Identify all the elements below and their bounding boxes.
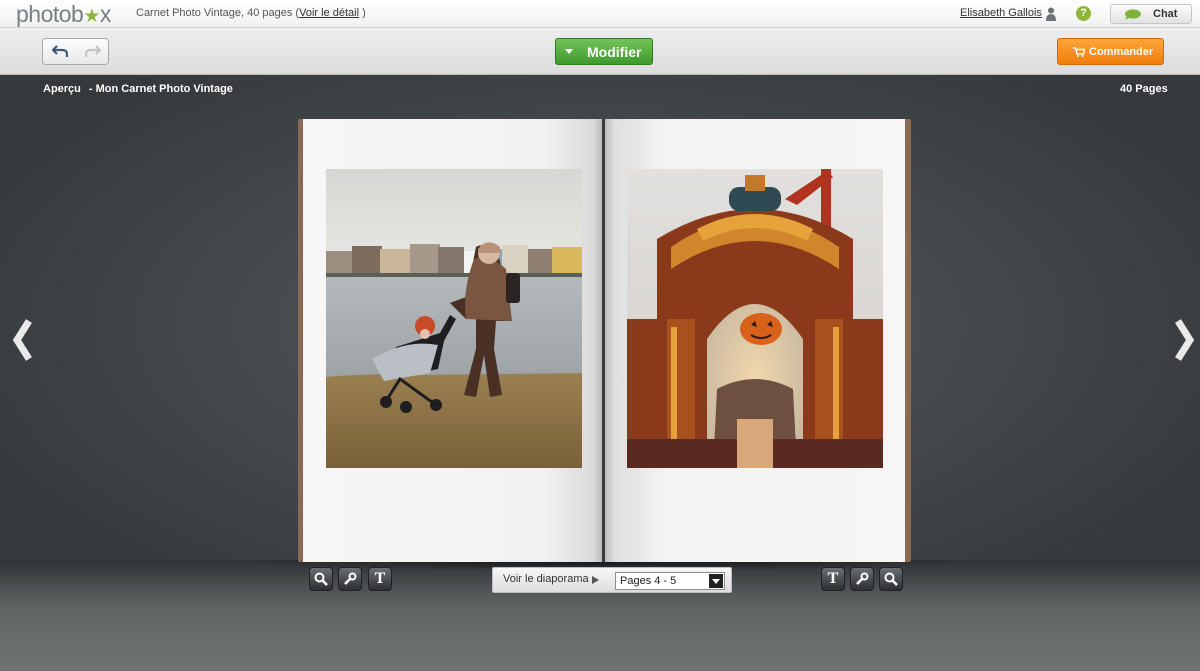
next-page-button[interactable] xyxy=(1170,315,1198,365)
modifier-label: Modifier xyxy=(587,44,642,60)
zoom-left-button[interactable] xyxy=(309,567,333,591)
gate-photo-image xyxy=(627,169,883,468)
logo-text-end: x xyxy=(99,1,112,27)
text-left-button[interactable]: T xyxy=(368,567,392,591)
chevron-right-icon xyxy=(1175,319,1195,361)
play-icon xyxy=(592,576,599,584)
breadcrumb-label: Aperçu xyxy=(43,83,81,95)
dropdown-caret-icon xyxy=(565,49,573,54)
logo-text: photob xyxy=(16,1,84,27)
commander-label: Commander xyxy=(1089,46,1154,58)
cart-icon xyxy=(1073,47,1085,57)
wrench-icon xyxy=(344,572,357,585)
chat-button[interactable]: Chat xyxy=(1110,4,1192,24)
page-count: 40 Pages xyxy=(1120,83,1168,95)
chevron-left-icon xyxy=(12,319,32,361)
undo-redo-group xyxy=(42,38,109,65)
undo-arrow-icon xyxy=(52,45,68,57)
zoom-icon xyxy=(314,572,328,586)
edit-left-button[interactable] xyxy=(338,567,362,591)
slideshow-bar: Voir le diaporama Pages 4 - 5 xyxy=(492,567,732,593)
help-icon[interactable]: ? xyxy=(1076,6,1091,21)
photo-halloween-gate[interactable] xyxy=(627,169,883,468)
wrench-icon xyxy=(856,572,869,585)
zoom-icon xyxy=(884,572,898,586)
photobox-logo[interactable]: photob★x xyxy=(16,1,111,27)
logo-star-icon: ★ xyxy=(83,6,100,27)
slideshow-button[interactable]: Voir le diaporama xyxy=(493,568,609,592)
chat-bubble-icon xyxy=(1125,9,1141,20)
top-bar: photob★x Carnet Photo Vintage, 40 pages … xyxy=(0,0,1200,28)
pages-select-value: Pages 4 - 5 xyxy=(620,575,677,587)
user-icon xyxy=(1046,7,1056,21)
zoom-right-button[interactable] xyxy=(879,567,903,591)
text-right-button[interactable]: T xyxy=(821,567,845,591)
detail-link[interactable]: Voir le détail xyxy=(299,7,359,19)
edit-right-button[interactable] xyxy=(850,567,874,591)
commander-button[interactable]: Commander xyxy=(1057,38,1164,65)
redo-button[interactable] xyxy=(76,39,109,64)
previous-page-button[interactable] xyxy=(9,315,37,365)
breadcrumb-title: - Mon Carnet Photo Vintage xyxy=(88,83,233,95)
user-account-link[interactable]: Elisabeth Gallois xyxy=(960,7,1042,19)
pages-select[interactable]: Pages 4 - 5 xyxy=(615,572,725,590)
product-info: Carnet Photo Vintage, 40 pages (Voir le … xyxy=(136,7,366,19)
product-title: Carnet Photo Vintage, 40 pages xyxy=(136,7,293,19)
lakeside-photo-image xyxy=(326,169,582,468)
text-icon: T xyxy=(374,570,386,587)
slideshow-label: Voir le diaporama xyxy=(503,573,589,585)
text-icon: T xyxy=(827,570,839,587)
editor-toolbar: Modifier Commander xyxy=(0,28,1200,75)
undo-button[interactable] xyxy=(43,39,76,64)
chevron-down-icon xyxy=(709,574,723,588)
modifier-button[interactable]: Modifier xyxy=(555,38,653,65)
redo-arrow-icon xyxy=(85,45,101,57)
photo-lakeside-stroller[interactable] xyxy=(326,169,582,468)
breadcrumb: Aperçu - Mon Carnet Photo Vintage xyxy=(43,83,233,95)
chat-label: Chat xyxy=(1153,8,1178,20)
paren-close: ) xyxy=(362,7,366,19)
